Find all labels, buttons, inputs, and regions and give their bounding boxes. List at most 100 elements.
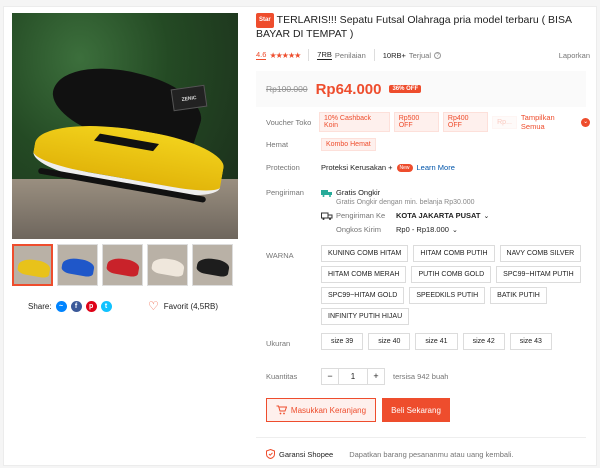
meta-divider bbox=[373, 49, 375, 61]
review-count[interactable]: 7RB bbox=[317, 50, 332, 60]
buy-now-button[interactable]: Beli Sekarang bbox=[382, 398, 450, 422]
ship-to-value[interactable]: KOTA JAKARTA PUSAT bbox=[396, 211, 480, 220]
color-option[interactable]: BATIK PUTIH bbox=[490, 287, 547, 304]
share-bar: Share: ~ f p t bbox=[28, 301, 112, 312]
sold-count: 10RB+ bbox=[382, 50, 406, 60]
add-to-cart-label: Masukkan Keranjang bbox=[290, 405, 367, 415]
ship-to-row: Pengiriman Ke KOTA JAKARTA PUSAT ⌄ bbox=[321, 211, 581, 220]
free-shipping-desc: Gratis Ongkir dengan min. belanja Rp30.0… bbox=[336, 199, 475, 206]
voucher-tag[interactable]: Rp... bbox=[492, 115, 517, 129]
product-info: Star TERLARIS!!! Sepatu Futsal Olahraga p… bbox=[256, 13, 591, 459]
facebook-icon[interactable]: f bbox=[70, 301, 82, 312]
thumb-white-gold[interactable] bbox=[147, 244, 188, 286]
discount-badge: 36% OFF bbox=[389, 85, 422, 93]
share-label: Share: bbox=[28, 302, 52, 311]
color-option[interactable]: SPEEDKILS PUTIH bbox=[409, 287, 486, 304]
hemat-label: Hemat bbox=[266, 140, 289, 149]
cart-icon bbox=[276, 405, 287, 415]
product-title-text: TERLARIS!!! Sepatu Futsal Olahraga pria … bbox=[256, 14, 572, 40]
size-option[interactable]: size 42 bbox=[462, 333, 505, 350]
thumb-black[interactable] bbox=[192, 244, 233, 286]
shipping-cost-value[interactable]: Rp0 - Rp18.000 bbox=[396, 225, 449, 234]
decrement-button[interactable]: − bbox=[322, 369, 338, 384]
messenger-icon[interactable]: ~ bbox=[55, 301, 67, 312]
color-option[interactable]: INFINITY PUTIH HIJAU bbox=[321, 308, 410, 325]
learn-more-link[interactable]: Learn More bbox=[417, 163, 455, 172]
size-option[interactable]: size 39 bbox=[321, 333, 364, 350]
report-link[interactable]: Laporkan bbox=[559, 51, 590, 60]
quantity-label: Kuantitas bbox=[266, 372, 298, 381]
sold-label: Terjual bbox=[408, 50, 431, 60]
protection-text: Proteksi Kerusakan + bbox=[321, 163, 393, 172]
thumb-blue[interactable] bbox=[57, 244, 98, 286]
free-shipping-title-row: Gratis Ongkir bbox=[321, 188, 581, 197]
color-label: WARNA bbox=[266, 251, 294, 260]
size-option[interactable]: size 41 bbox=[415, 333, 458, 350]
thumb-yellow[interactable] bbox=[12, 244, 53, 286]
review-label: Penilaian bbox=[334, 50, 366, 60]
add-to-cart-button[interactable]: Masukkan Keranjang bbox=[266, 398, 376, 422]
help-icon[interactable]: ? bbox=[434, 51, 441, 59]
ship-to-label: Pengiriman Ke bbox=[336, 211, 386, 220]
guarantee-row: Garansi Shopee Dapatkan barang pesananmu… bbox=[266, 449, 514, 459]
increment-button[interactable]: + bbox=[368, 369, 384, 384]
star-rating-icon: ★★★★★ bbox=[269, 50, 301, 60]
new-badge: New bbox=[396, 163, 413, 172]
voucher-label: Voucher Toko bbox=[266, 117, 312, 127]
pinterest-icon[interactable]: p bbox=[85, 301, 97, 312]
protection-label: Protection bbox=[266, 163, 300, 172]
divider bbox=[256, 437, 586, 438]
shipping-label: Pengiriman bbox=[266, 188, 304, 197]
color-option[interactable]: HITAM COMB PUTIH bbox=[413, 245, 495, 262]
combo-tag[interactable]: Kombo Hemat bbox=[321, 138, 376, 151]
color-option[interactable]: PUTIH COMB GOLD bbox=[411, 266, 492, 283]
shipping-cost-row: Ongkos Kirim Rp0 - Rp18.000 ⌄ bbox=[336, 225, 581, 234]
color-option[interactable]: SPC99~HITAM PUTIH bbox=[496, 266, 581, 283]
quantity-row: Kuantitas − 1 + tersisa 942 buah bbox=[266, 368, 448, 385]
product-meta: 4.6 ★★★★★ 7RB Penilaian 10RB+ Terjual ? … bbox=[256, 49, 590, 61]
chevron-down-icon[interactable]: ⌄ bbox=[452, 226, 458, 234]
star-badge: Star bbox=[256, 13, 274, 28]
rating-value[interactable]: 4.6 bbox=[256, 50, 267, 60]
color-option[interactable]: NAVY COMB SILVER bbox=[499, 245, 582, 262]
product-card: ZENIC Share: ~ f p t ♡ Favorit (4,5RB) S… bbox=[3, 6, 597, 466]
hemat-row: Hemat Kombo Hemat bbox=[266, 138, 380, 151]
guarantee-title[interactable]: Garansi Shopee bbox=[279, 450, 333, 459]
free-shipping-title: Gratis Ongkir bbox=[336, 188, 381, 197]
favorite-button[interactable]: ♡ Favorit (4,5RB) bbox=[148, 299, 218, 313]
quantity-input[interactable]: 1 bbox=[338, 369, 368, 384]
current-price: Rp64.000 bbox=[315, 80, 382, 98]
thumbnail-strip bbox=[12, 244, 238, 286]
product-main-image[interactable]: ZENIC bbox=[12, 13, 238, 239]
color-option[interactable]: HITAM COMB MERAH bbox=[321, 266, 407, 283]
favorite-label: Favorit (4,5RB) bbox=[163, 301, 218, 311]
brand-sign: ZENIC bbox=[170, 84, 208, 112]
truck-icon bbox=[321, 212, 333, 220]
meta-divider bbox=[308, 49, 310, 61]
shield-icon bbox=[266, 449, 275, 459]
show-all-vouchers[interactable]: Tampilkan Semua bbox=[521, 113, 578, 131]
voucher-row: Voucher Toko 10% Cashback Koin Rp500 OFF… bbox=[266, 112, 591, 132]
original-price: Rp100.000 bbox=[266, 84, 308, 94]
stock-text: tersisa 942 buah bbox=[393, 372, 449, 381]
quantity-stepper: − 1 + bbox=[321, 368, 385, 385]
voucher-tag[interactable]: Rp400 OFF bbox=[442, 112, 489, 132]
shipping-cost-label: Ongkos Kirim bbox=[336, 225, 382, 234]
thumb-red[interactable] bbox=[102, 244, 143, 286]
product-title: Star TERLARIS!!! Sepatu Futsal Olahraga p… bbox=[256, 13, 590, 41]
shoe-stripe bbox=[93, 133, 160, 152]
size-option[interactable]: size 43 bbox=[509, 333, 552, 350]
free-shipping-icon bbox=[321, 189, 332, 197]
price-box: Rp100.000 Rp64.000 36% OFF bbox=[256, 71, 586, 107]
size-option[interactable]: size 40 bbox=[368, 333, 411, 350]
voucher-tag[interactable]: Rp500 OFF bbox=[393, 112, 439, 132]
chevron-down-icon[interactable]: ⌄ bbox=[483, 212, 489, 220]
protection-row: Protection Proteksi Kerusakan + New Lear… bbox=[266, 163, 455, 172]
color-option[interactable]: SPC99~HITAM GOLD bbox=[321, 287, 405, 304]
color-option[interactable]: KUNING COMB HITAM bbox=[321, 245, 409, 262]
twitter-icon[interactable]: t bbox=[100, 301, 112, 312]
size-label: Ukuran bbox=[266, 339, 291, 348]
heart-icon: ♡ bbox=[148, 299, 159, 313]
chevron-down-icon[interactable]: ⌄ bbox=[581, 117, 591, 127]
voucher-tag[interactable]: 10% Cashback Koin bbox=[318, 112, 390, 132]
